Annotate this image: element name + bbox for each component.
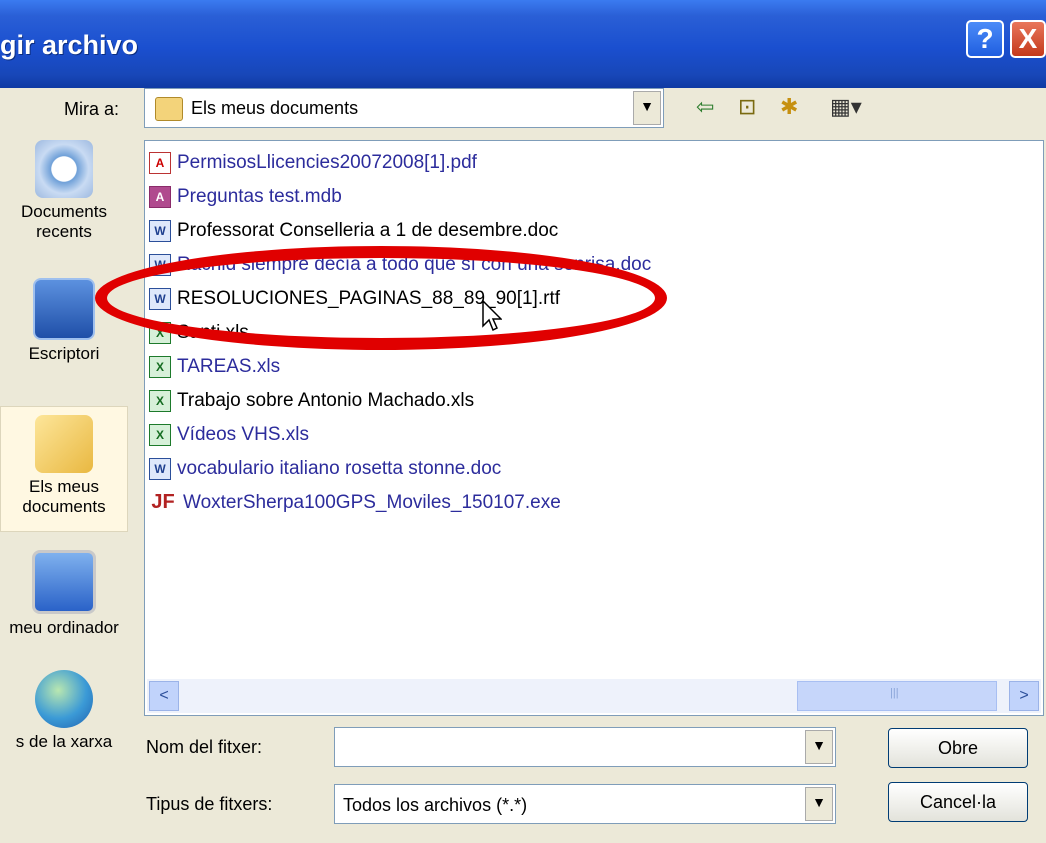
filename-label: Nom del fitxer:: [146, 737, 263, 757]
file-name: Preguntas test.mdb: [177, 186, 342, 207]
file-name: TAREAS.xls: [177, 356, 281, 377]
red-highlight-oval: [95, 246, 667, 350]
word-file-icon: W: [149, 458, 171, 480]
filetype-label: Tipus de fitxers:: [146, 794, 273, 814]
place-label: Documents: [21, 202, 107, 221]
place-label: documents: [22, 497, 106, 516]
lookin-value: Els meus documents: [191, 98, 359, 118]
file-item[interactable]: Wvocabulario italiano rosetta stonne.doc: [149, 453, 501, 485]
filetype-value: Todos los archivos (*.*): [343, 795, 528, 815]
scroll-left-button[interactable]: <: [149, 681, 179, 711]
place-label: Escriptori: [28, 344, 100, 363]
lookin-label: Mira a:: [64, 99, 120, 119]
filename-dropdown-button[interactable]: ▼: [805, 730, 833, 764]
recent-documents-icon: [35, 140, 93, 198]
file-item[interactable]: X Vídeos VHS.xls: [149, 419, 309, 451]
file-name: Vídeos VHS.xls: [177, 424, 309, 445]
network-places-icon: [35, 670, 93, 728]
file-name: Trabajo sobre Antonio Machado.xls: [177, 390, 475, 411]
up-folder-icon[interactable]: ⊡: [738, 94, 756, 120]
my-computer-icon: [32, 550, 96, 614]
file-item[interactable]: W Professorat Conselleria a 1 de desembre…: [149, 215, 558, 247]
help-button[interactable]: ?: [966, 20, 1004, 58]
file-name: vocabulario italiano rosetta stonne.doc: [177, 458, 502, 479]
place-network[interactable]: s de la xarxa: [0, 670, 128, 752]
file-list[interactable]: A PermisosLlicencies20072008[1].pdf A Preg…: [144, 140, 1044, 716]
new-folder-icon[interactable]: ✱: [780, 94, 798, 120]
filename-combo[interactable]: ▼: [334, 727, 836, 767]
view-menu-icon[interactable]: ▦▾: [830, 94, 862, 120]
window-title: gir archivo: [0, 30, 139, 60]
place-label: meu ordinador: [9, 618, 119, 637]
place-my-documents[interactable]: Els meus documents: [0, 406, 128, 532]
scroll-grip: |||: [890, 687, 899, 699]
word-file-icon: W: [149, 220, 171, 242]
access-file-icon: A: [149, 186, 171, 208]
file-name: Professorat Conselleria a 1 de desembre.…: [177, 220, 559, 241]
chevron-down-icon: ▼: [640, 98, 654, 114]
place-recent-documents[interactable]: Documents recents: [0, 140, 128, 242]
exe-file-icon: JF: [151, 491, 175, 513]
place-my-computer[interactable]: meu ordinador: [0, 550, 128, 638]
scroll-thumb[interactable]: |||: [797, 681, 997, 711]
close-button[interactable]: X: [1010, 20, 1046, 58]
horizontal-scrollbar[interactable]: < ||| >: [147, 679, 1041, 713]
excel-file-icon: X: [149, 356, 171, 378]
mouse-cursor-icon: [482, 300, 502, 332]
my-documents-icon: [35, 415, 93, 473]
filetype-combo[interactable]: Todos los archivos (*.*) ▼: [334, 784, 836, 824]
place-label: recents: [36, 222, 92, 241]
lookin-dropdown-button[interactable]: ▼: [633, 91, 661, 125]
file-item[interactable]: A Preguntas test.mdb: [149, 181, 342, 213]
place-label: s de la xarxa: [15, 732, 113, 751]
pdf-file-icon: A: [149, 152, 171, 174]
scroll-right-button[interactable]: >: [1009, 681, 1039, 711]
back-icon[interactable]: ⇦: [696, 94, 714, 120]
folder-icon: [155, 97, 183, 121]
cancel-button[interactable]: Cancel·la: [888, 782, 1028, 822]
excel-file-icon: X: [149, 390, 171, 412]
desktop-icon: [33, 278, 95, 340]
file-item[interactable]: JF WoxterSherpa100GPS_Moviles_150107.exe: [149, 487, 561, 519]
file-item[interactable]: X Trabajo sobre Antonio Machado.xls: [149, 385, 474, 417]
places-bar: Documents recents Escriptori Els meus do…: [0, 140, 128, 800]
file-item[interactable]: X TAREAS.xls: [149, 351, 280, 383]
file-name: PermisosLlicencies20072008[1].pdf: [177, 152, 477, 173]
chevron-down-icon: ▼: [812, 794, 826, 810]
open-button[interactable]: Obre: [888, 728, 1028, 768]
excel-file-icon: X: [149, 424, 171, 446]
filetype-dropdown-button[interactable]: ▼: [805, 787, 833, 821]
title-bar[interactable]: gir archivo ? X: [0, 0, 1046, 88]
place-label: Els meus: [29, 477, 99, 496]
file-name: WoxterSherpa100GPS_Moviles_150107.exe: [183, 492, 561, 513]
filename-input[interactable]: [339, 732, 783, 762]
lookin-combo[interactable]: Els meus documents ▼: [144, 88, 664, 128]
file-item[interactable]: A PermisosLlicencies20072008[1].pdf: [149, 147, 477, 179]
chevron-down-icon: ▼: [812, 737, 826, 753]
